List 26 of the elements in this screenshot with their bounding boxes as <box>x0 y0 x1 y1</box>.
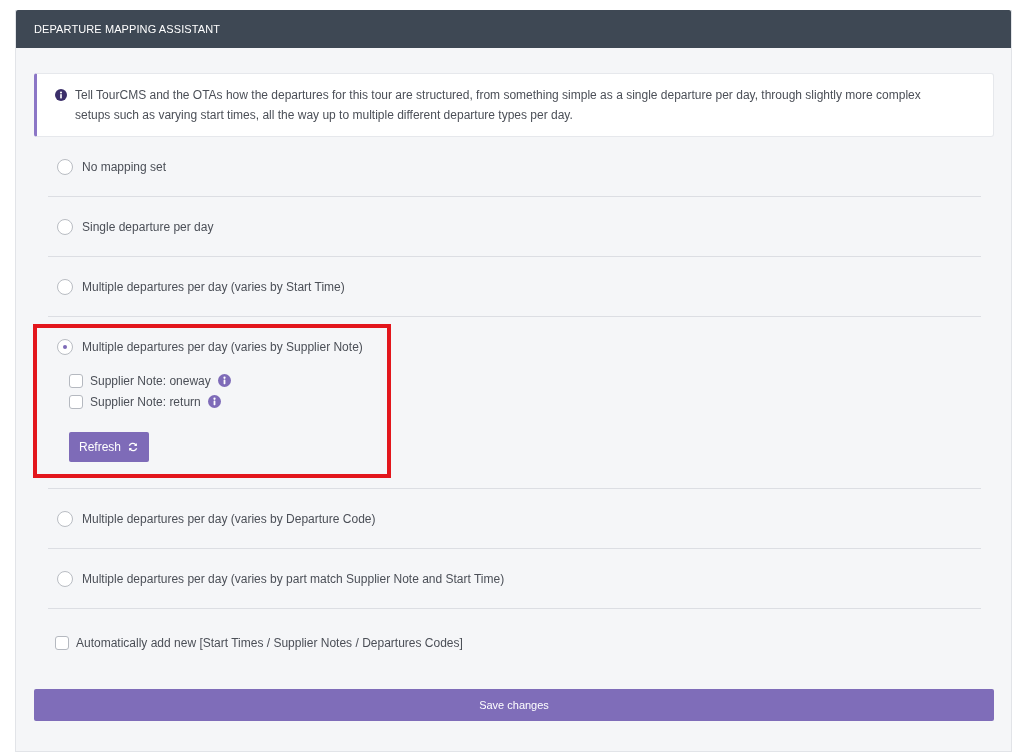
option-label: Multiple departures per day (varies by Start Time) <box>82 279 345 295</box>
save-button[interactable]: Save changes <box>34 689 994 721</box>
panel-title: DEPARTURE MAPPING ASSISTANT <box>34 23 221 35</box>
checkbox-label: Supplier Note: return <box>90 394 201 409</box>
info-icon <box>55 89 67 101</box>
checkbox-label: Supplier Note: oneway <box>90 373 211 388</box>
checkbox-label: Automatically add new [Start Times / Supplier Notes / Departures Codes] <box>76 636 463 650</box>
info-icon <box>217 374 231 387</box>
option-label: Multiple departures per day (varies by part match Supplier Note and Start Time) <box>82 571 505 587</box>
info-text: Tell TourCMS and the OTAs how the departures for this tour are structured, from something simple as a single departure per day, through slightly more complex setups such as varying start times, all the way up to multiple different departure types per day. <box>75 87 922 124</box>
option-label: Single departure per day <box>82 219 214 235</box>
checkbox[interactable] <box>69 394 83 409</box>
option-label: No mapping set <box>82 159 167 175</box>
radio-button[interactable] <box>57 511 73 527</box>
refresh-icon <box>127 441 140 453</box>
radio-button[interactable] <box>57 339 73 355</box>
refresh-button[interactable]: Refresh <box>69 432 150 462</box>
radio-button[interactable] <box>57 219 73 235</box>
radio-button[interactable] <box>57 571 73 587</box>
radio-button[interactable] <box>57 279 73 295</box>
checkbox[interactable] <box>55 636 69 650</box>
option-label: Multiple departures per day (varies by Departure Code) <box>82 511 376 527</box>
checkbox[interactable] <box>69 373 83 388</box>
option-label: Multiple departures per day (varies by Supplier Note) <box>82 339 363 355</box>
info-icon <box>207 395 221 408</box>
radio-button[interactable] <box>57 159 73 175</box>
